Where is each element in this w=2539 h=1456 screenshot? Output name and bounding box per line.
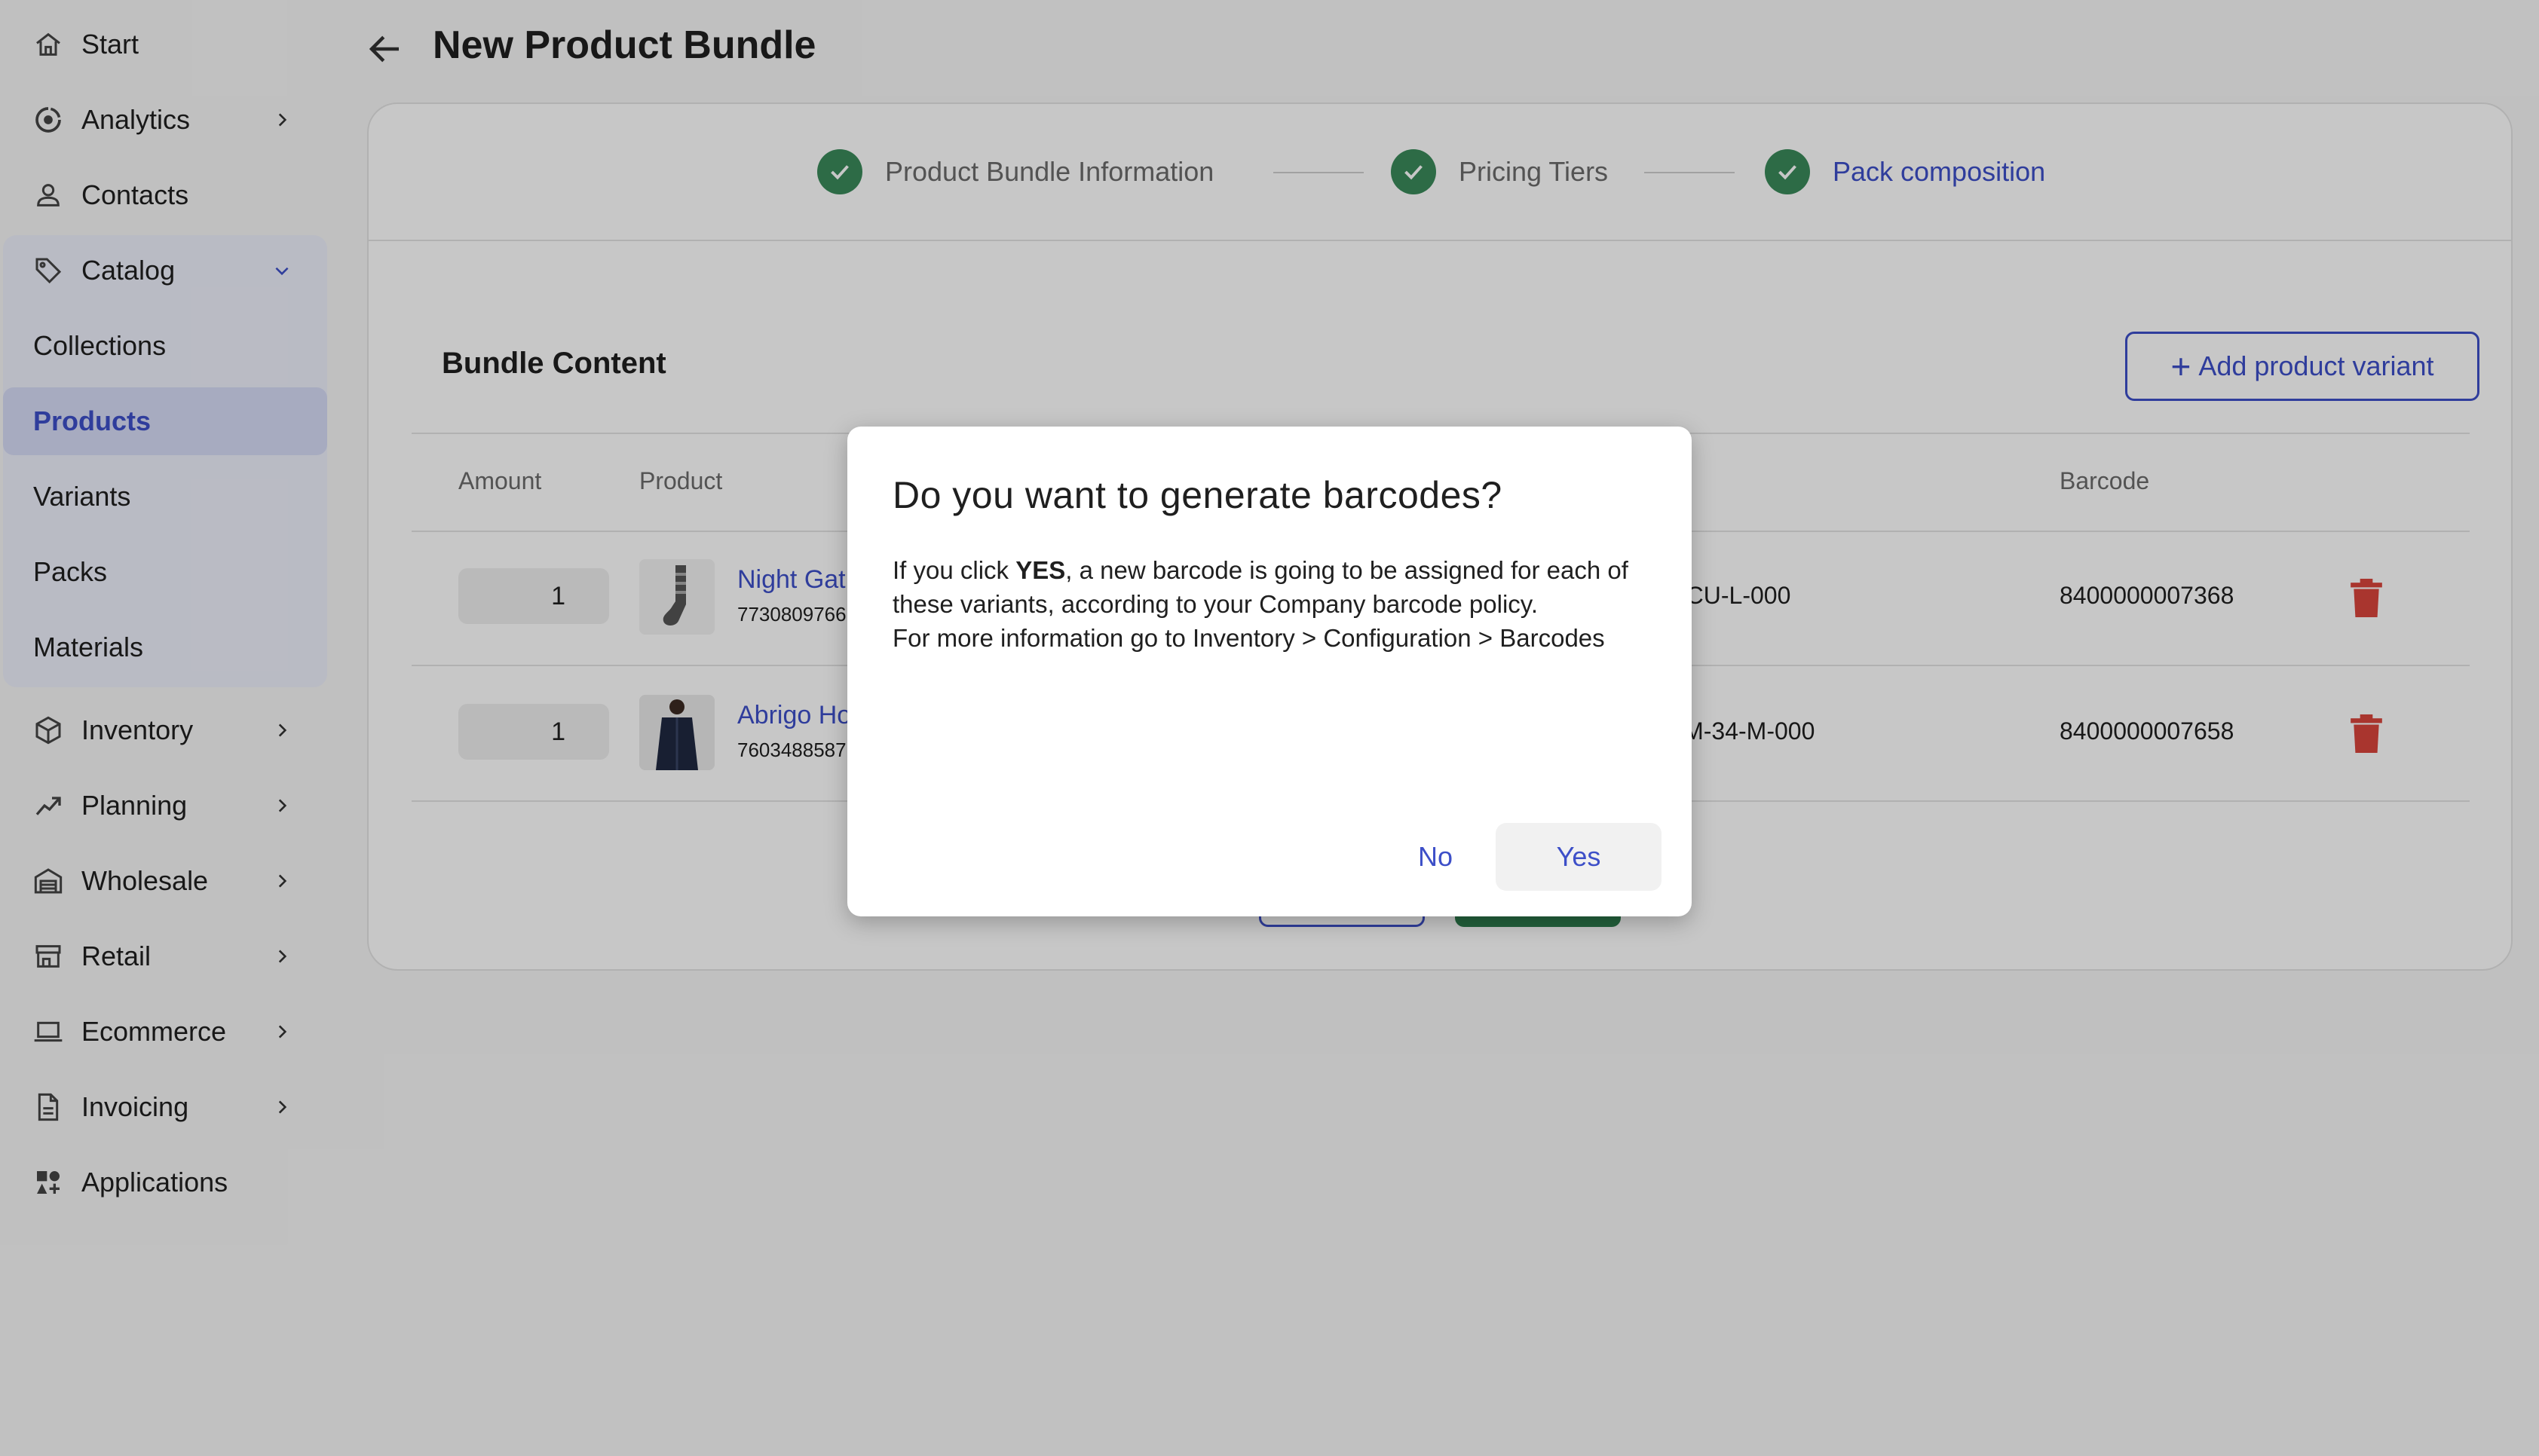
dialog-body-pre: If you click xyxy=(893,556,1016,584)
yes-button[interactable]: Yes xyxy=(1496,823,1662,891)
dialog-body: If you click YES, a new barcode is going… xyxy=(893,553,1654,655)
no-button[interactable]: No xyxy=(1360,823,1511,891)
app-root: Start Analytics Contacts Catalog Collect… xyxy=(0,0,2539,1456)
dialog-title: Do you want to generate barcodes? xyxy=(893,474,1502,516)
dialog-body-line2: For more information go to Inventory > C… xyxy=(893,624,1605,652)
dialog-body-strong: YES xyxy=(1015,556,1066,584)
generate-barcodes-dialog: Do you want to generate barcodes? If you… xyxy=(847,427,1692,916)
